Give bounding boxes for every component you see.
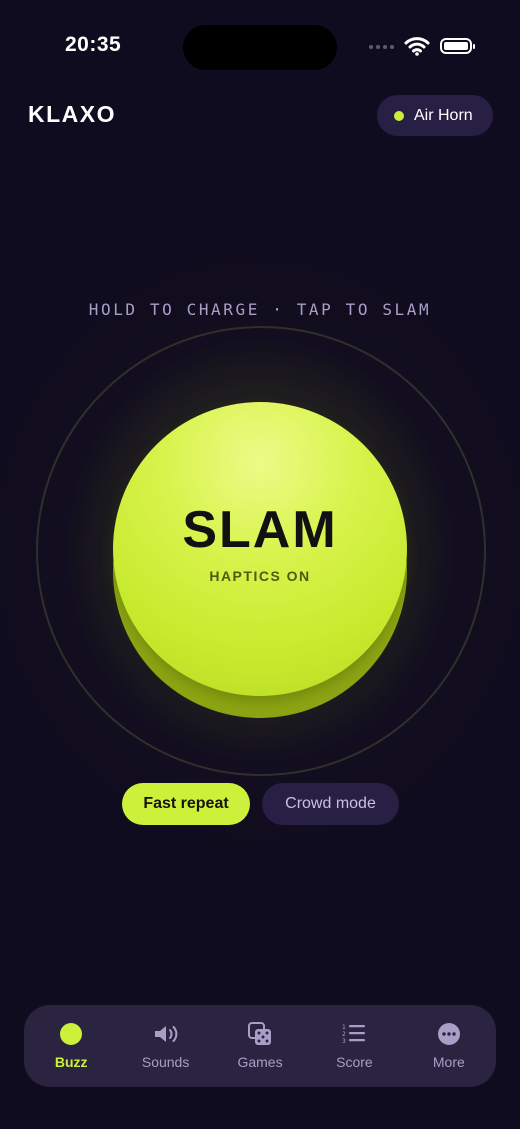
tab-label: Games — [237, 1054, 283, 1070]
tab-sounds[interactable]: Sounds — [118, 1005, 212, 1087]
haptics-status: HAPTICS ON — [209, 568, 311, 584]
wifi-icon — [404, 37, 430, 56]
sound-selector-pill[interactable]: Air Horn — [377, 95, 493, 136]
mode-chips: Fast repeat Crowd mode — [122, 783, 399, 825]
battery-icon — [440, 38, 475, 54]
tab-score[interactable]: 1 2 3 Score — [307, 1005, 401, 1087]
tab-label: More — [432, 1054, 465, 1070]
buzz-dot-icon — [59, 1020, 83, 1048]
svg-text:1: 1 — [342, 1024, 346, 1031]
more-dots-icon — [437, 1020, 461, 1048]
instruction-hint: HOLD TO CHARGE · TAP TO SLAM — [88, 300, 432, 319]
tab-games[interactable]: Games — [213, 1005, 307, 1087]
svg-text:3: 3 — [342, 1038, 346, 1045]
chip-crowd-mode[interactable]: Crowd mode — [262, 783, 399, 825]
sound-selector-label: Air Horn — [414, 106, 473, 124]
numbered-list-icon: 1 2 3 — [341, 1020, 367, 1048]
chip-fast-repeat[interactable]: Fast repeat — [122, 783, 250, 825]
svg-text:2: 2 — [342, 1031, 346, 1038]
slam-button-label: SLAM — [182, 501, 338, 559]
tab-bar: Buzz Sounds Games 1 2 3 Score More — [24, 1005, 496, 1087]
tab-label: Buzz — [54, 1054, 88, 1070]
speaker-icon — [152, 1020, 180, 1048]
active-dot-icon — [394, 110, 404, 121]
dice-icon — [247, 1020, 273, 1048]
tab-label: Sounds — [141, 1054, 190, 1070]
tab-buzz[interactable]: Buzz — [24, 1005, 118, 1087]
dynamic-island — [183, 25, 337, 70]
app-logo: KLAXO — [28, 101, 116, 127]
tab-more[interactable]: More — [402, 1005, 496, 1087]
status-time: 20:35 — [65, 33, 122, 56]
cellular-signal-icon — [369, 45, 394, 49]
slam-button[interactable]: SLAM HAPTICS ON — [113, 402, 407, 696]
tab-label: Score — [336, 1054, 373, 1070]
